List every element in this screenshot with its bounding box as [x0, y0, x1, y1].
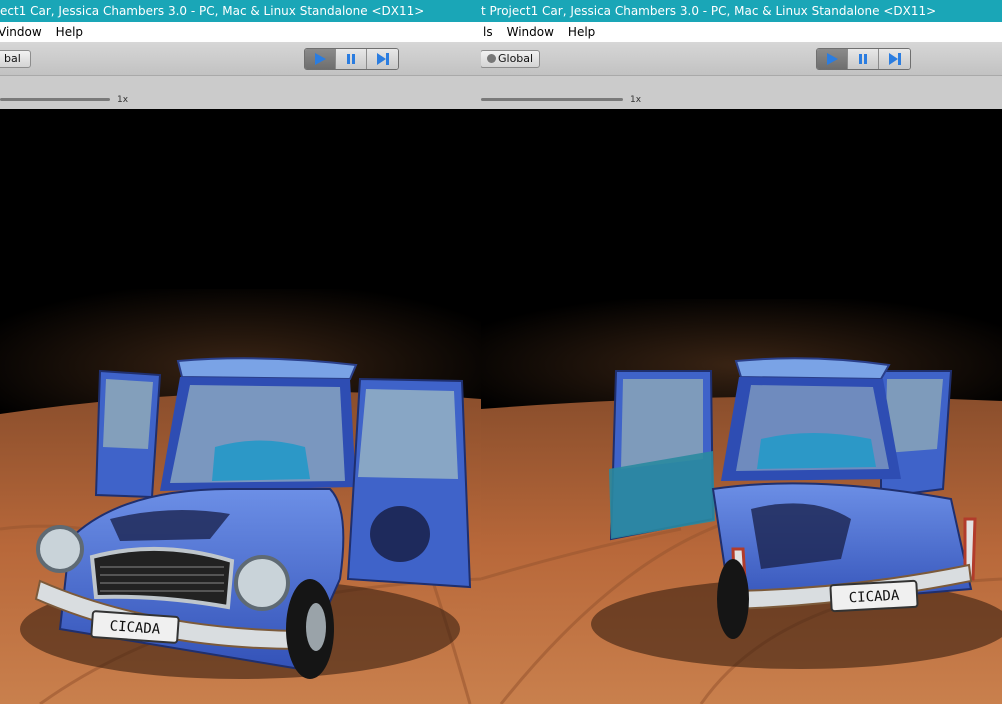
step-button[interactable]	[879, 49, 910, 69]
global-label: bal	[4, 52, 21, 65]
menu-bar: Vindow Help	[0, 22, 481, 43]
pause-icon	[347, 54, 355, 64]
menu-window[interactable]: Vindow	[0, 22, 42, 42]
pause-icon	[859, 54, 867, 64]
pivot-global-button[interactable]: bal	[0, 50, 31, 68]
playback-controls	[816, 48, 911, 70]
global-label: Global	[498, 52, 534, 65]
game-view[interactable]: CICADA	[481, 109, 1002, 704]
scale-slider[interactable]	[481, 98, 623, 101]
left-editor-window: ect1 Car, Jessica Chambers 3.0 - PC, Mac…	[0, 0, 481, 704]
play-button[interactable]	[817, 49, 848, 69]
window-title: ect1 Car, Jessica Chambers 3.0 - PC, Mac…	[0, 4, 425, 18]
scale-label: 1x	[117, 95, 129, 105]
play-button[interactable]	[305, 49, 336, 69]
scale-label: 1x	[630, 95, 642, 105]
game-view[interactable]: CICADA	[0, 109, 481, 704]
play-icon	[315, 53, 326, 65]
window-title: t Project1 Car, Jessica Chambers 3.0 - P…	[481, 4, 937, 18]
play-icon	[827, 53, 838, 65]
menu-help[interactable]: Help	[56, 22, 83, 42]
menu-window[interactable]: Window	[507, 22, 554, 42]
menu-bar: ls Window Help	[481, 22, 1002, 43]
step-icon	[376, 53, 389, 65]
window-titlebar: t Project1 Car, Jessica Chambers 3.0 - P…	[481, 0, 1002, 22]
scale-slider[interactable]	[0, 98, 110, 101]
toolbar: bal	[0, 43, 481, 76]
step-button[interactable]	[367, 49, 398, 69]
pause-button[interactable]	[848, 49, 879, 69]
pause-button[interactable]	[336, 49, 367, 69]
step-icon	[888, 53, 901, 65]
license-plate-text: CICADA	[848, 588, 900, 607]
menu-help[interactable]: Help	[568, 22, 595, 42]
menu-tools[interactable]: ls	[483, 22, 493, 42]
toolbar: Global	[481, 43, 1002, 76]
globe-icon	[487, 54, 496, 63]
car-rear-render: CICADA	[481, 109, 1002, 704]
playback-controls	[304, 48, 399, 70]
right-editor-window: t Project1 Car, Jessica Chambers 3.0 - P…	[481, 0, 1002, 704]
window-titlebar: ect1 Car, Jessica Chambers 3.0 - PC, Mac…	[0, 0, 481, 22]
pivot-global-button[interactable]: Global	[481, 50, 541, 68]
car-front-render: CICADA	[0, 109, 481, 704]
game-view-header: 1x	[0, 76, 481, 109]
game-view-header: 1x	[481, 76, 1002, 109]
